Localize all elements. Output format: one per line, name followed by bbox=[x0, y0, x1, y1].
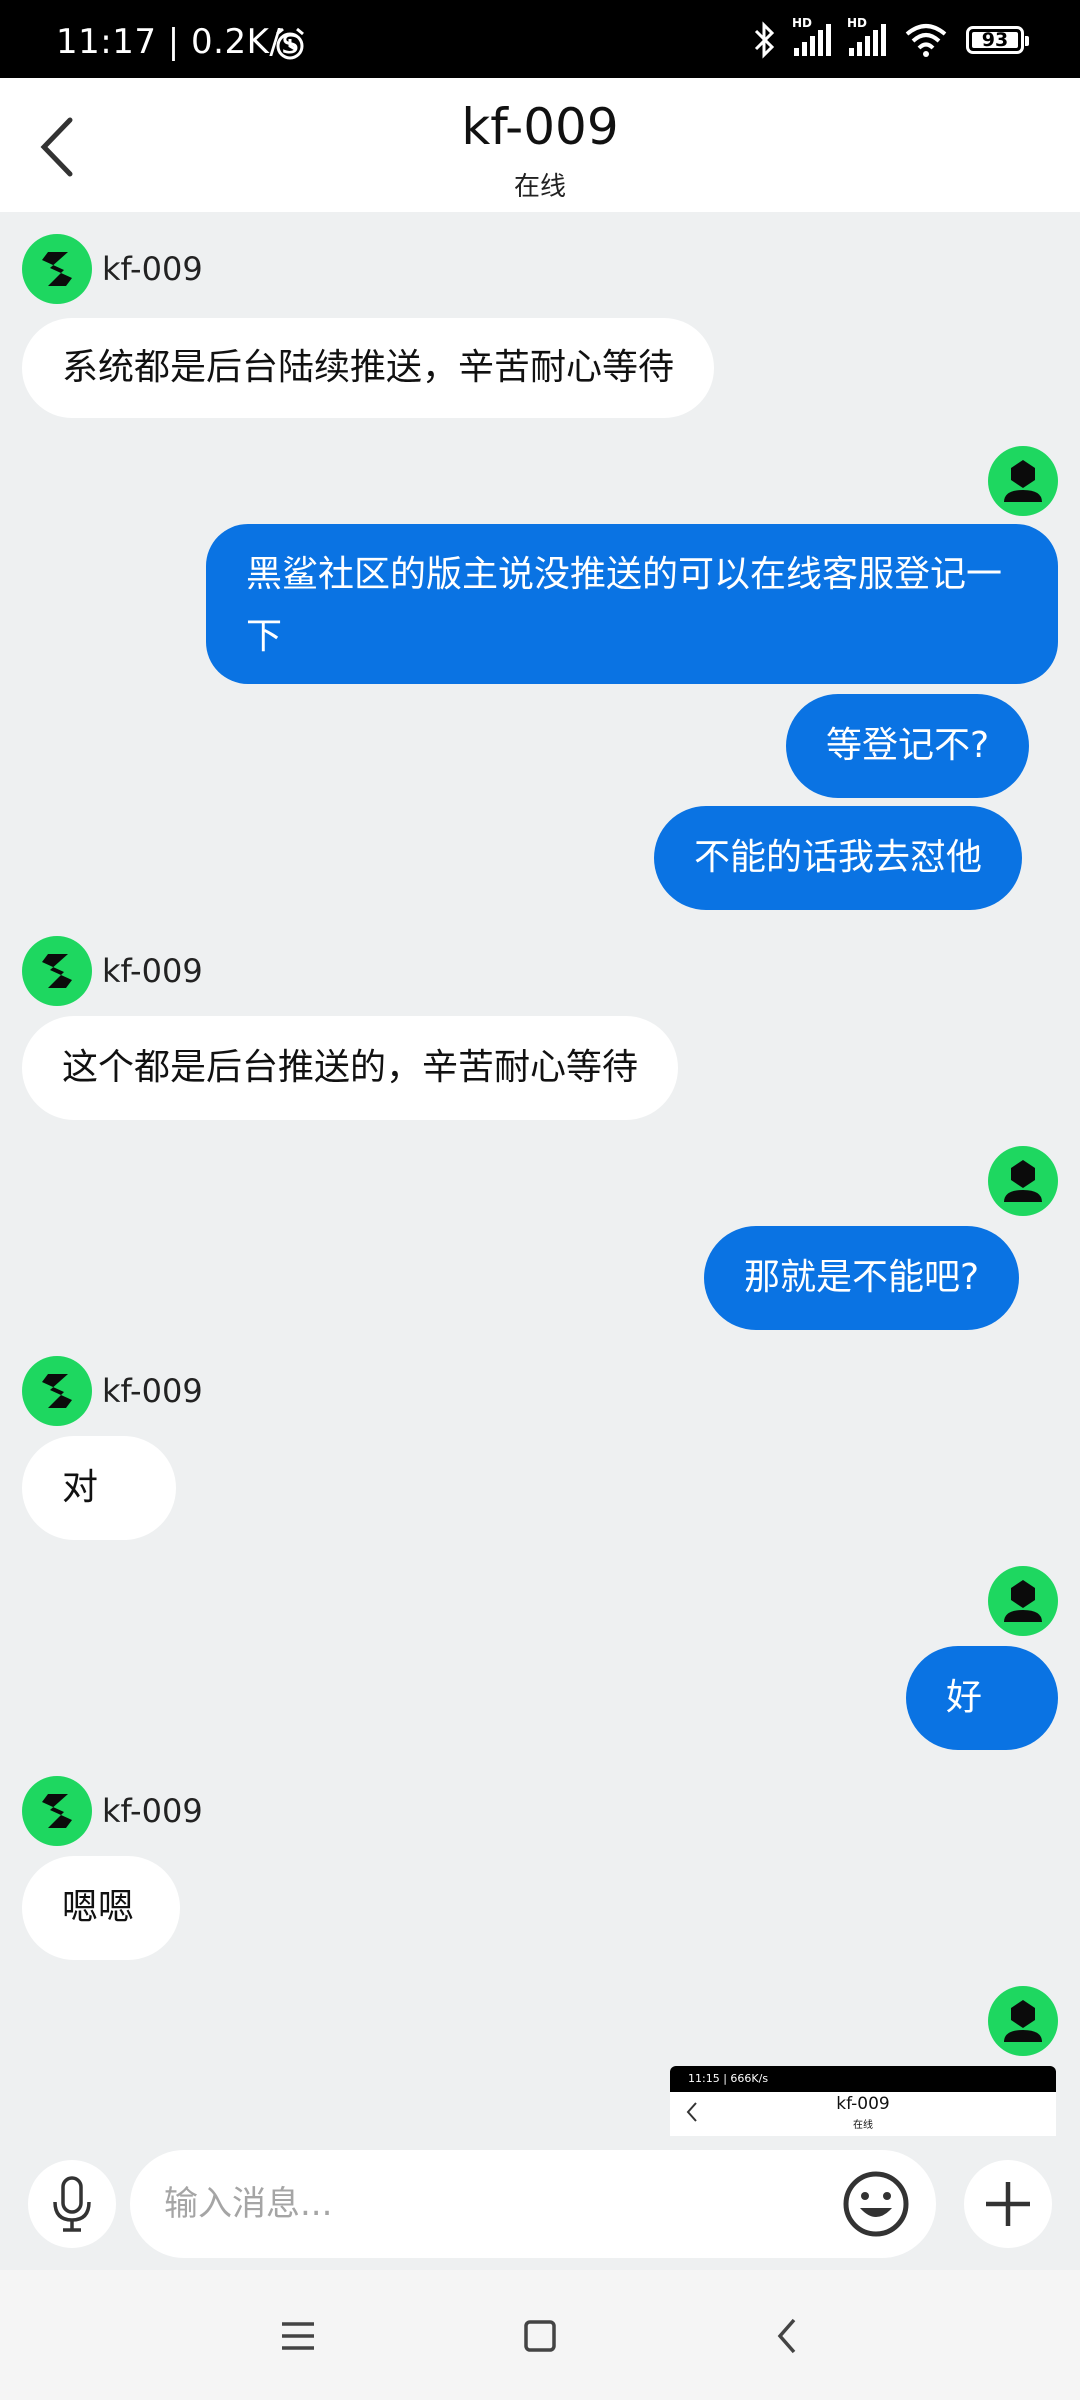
brand-logo-icon bbox=[42, 1374, 72, 1408]
battery-level: 93 bbox=[981, 29, 1009, 51]
bluetooth-icon bbox=[754, 21, 775, 59]
input-placeholder: 输入消息... bbox=[164, 2184, 333, 2224]
user-avatar-icon bbox=[1004, 460, 1042, 502]
battery-icon: 93 bbox=[966, 26, 1029, 54]
sender-name: kf-009 bbox=[102, 1792, 203, 1830]
home-icon[interactable] bbox=[510, 2310, 570, 2362]
plus-icon bbox=[986, 2182, 1030, 2226]
wifi-icon bbox=[905, 24, 947, 57]
message-bubble[interactable]: 等登记不? bbox=[786, 694, 1030, 798]
message-bubble[interactable]: 黑鲨社区的版主说没推送的可以在线客服登记一下 bbox=[206, 524, 1058, 684]
my-avatar[interactable] bbox=[988, 1146, 1058, 1216]
my-avatar[interactable] bbox=[988, 1566, 1058, 1636]
menu-icon[interactable] bbox=[268, 2310, 328, 2362]
thumbnail-title: kf-009 bbox=[836, 2094, 890, 2114]
sender-name: kf-009 bbox=[102, 1372, 203, 1410]
emoji-icon[interactable] bbox=[836, 2164, 916, 2244]
microphone-icon bbox=[53, 2176, 91, 2232]
signal-2-icon: HD bbox=[847, 16, 886, 56]
status-bar: 11:17 | 0.2K/s HD HD 93 bbox=[0, 0, 1080, 78]
image-message-thumbnail[interactable]: 11:15 | 666K/s kf-009 在线 bbox=[670, 2066, 1056, 2136]
user-avatar-icon bbox=[1004, 1160, 1042, 1202]
chat-title: kf-009 bbox=[461, 98, 619, 156]
status-icons: HD HD 93 bbox=[752, 16, 1029, 60]
sender-name: kf-009 bbox=[102, 952, 203, 990]
message-bubble[interactable]: 好 bbox=[906, 1646, 1058, 1750]
agent-avatar[interactable] bbox=[22, 936, 92, 1006]
alarm-icon bbox=[276, 27, 304, 60]
message-bubble[interactable]: 不能的话我去怼他 bbox=[654, 806, 1023, 910]
signal-1-icon: HD bbox=[792, 16, 831, 56]
my-avatar[interactable] bbox=[988, 1986, 1058, 2056]
agent-avatar[interactable] bbox=[22, 1356, 92, 1426]
agent-avatar[interactable] bbox=[22, 1776, 92, 1846]
agent-avatar[interactable] bbox=[22, 234, 92, 304]
user-avatar-icon bbox=[1004, 1580, 1042, 1622]
chat-header: kf-009 在线 bbox=[0, 78, 1080, 212]
brand-logo-icon bbox=[42, 1794, 72, 1828]
message-bubble[interactable]: 那就是不能吧? bbox=[704, 1226, 1020, 1330]
back-icon[interactable] bbox=[758, 2310, 818, 2362]
system-nav-bar bbox=[0, 2270, 1080, 2400]
user-avatar-icon bbox=[1004, 2000, 1042, 2042]
brand-logo-icon bbox=[42, 954, 72, 988]
thumbnail-subtitle: 在线 bbox=[853, 2120, 873, 2131]
message-input[interactable]: 输入消息... bbox=[130, 2150, 936, 2258]
thumbnail-status-text: 11:15 | 666K/s bbox=[670, 2066, 1056, 2092]
message-bubble[interactable]: 这个都是后台推送的，辛苦耐心等待 bbox=[22, 1016, 679, 1120]
voice-button[interactable] bbox=[28, 2160, 116, 2248]
message-bubble[interactable]: 嗯嗯 bbox=[22, 1856, 180, 1960]
brand-logo-icon bbox=[42, 252, 72, 286]
message-bubble[interactable]: 对 bbox=[22, 1436, 176, 1540]
online-status: 在线 bbox=[513, 172, 566, 202]
my-avatar[interactable] bbox=[988, 446, 1058, 516]
sender-name: kf-009 bbox=[102, 250, 203, 288]
input-bar: 输入消息... bbox=[0, 2136, 1080, 2270]
more-button[interactable] bbox=[964, 2160, 1052, 2248]
status-time: 11:17 | 0.2K/s bbox=[56, 22, 300, 62]
message-bubble[interactable]: 系统都是后台陆续推送，辛苦耐心等待 bbox=[22, 318, 715, 418]
